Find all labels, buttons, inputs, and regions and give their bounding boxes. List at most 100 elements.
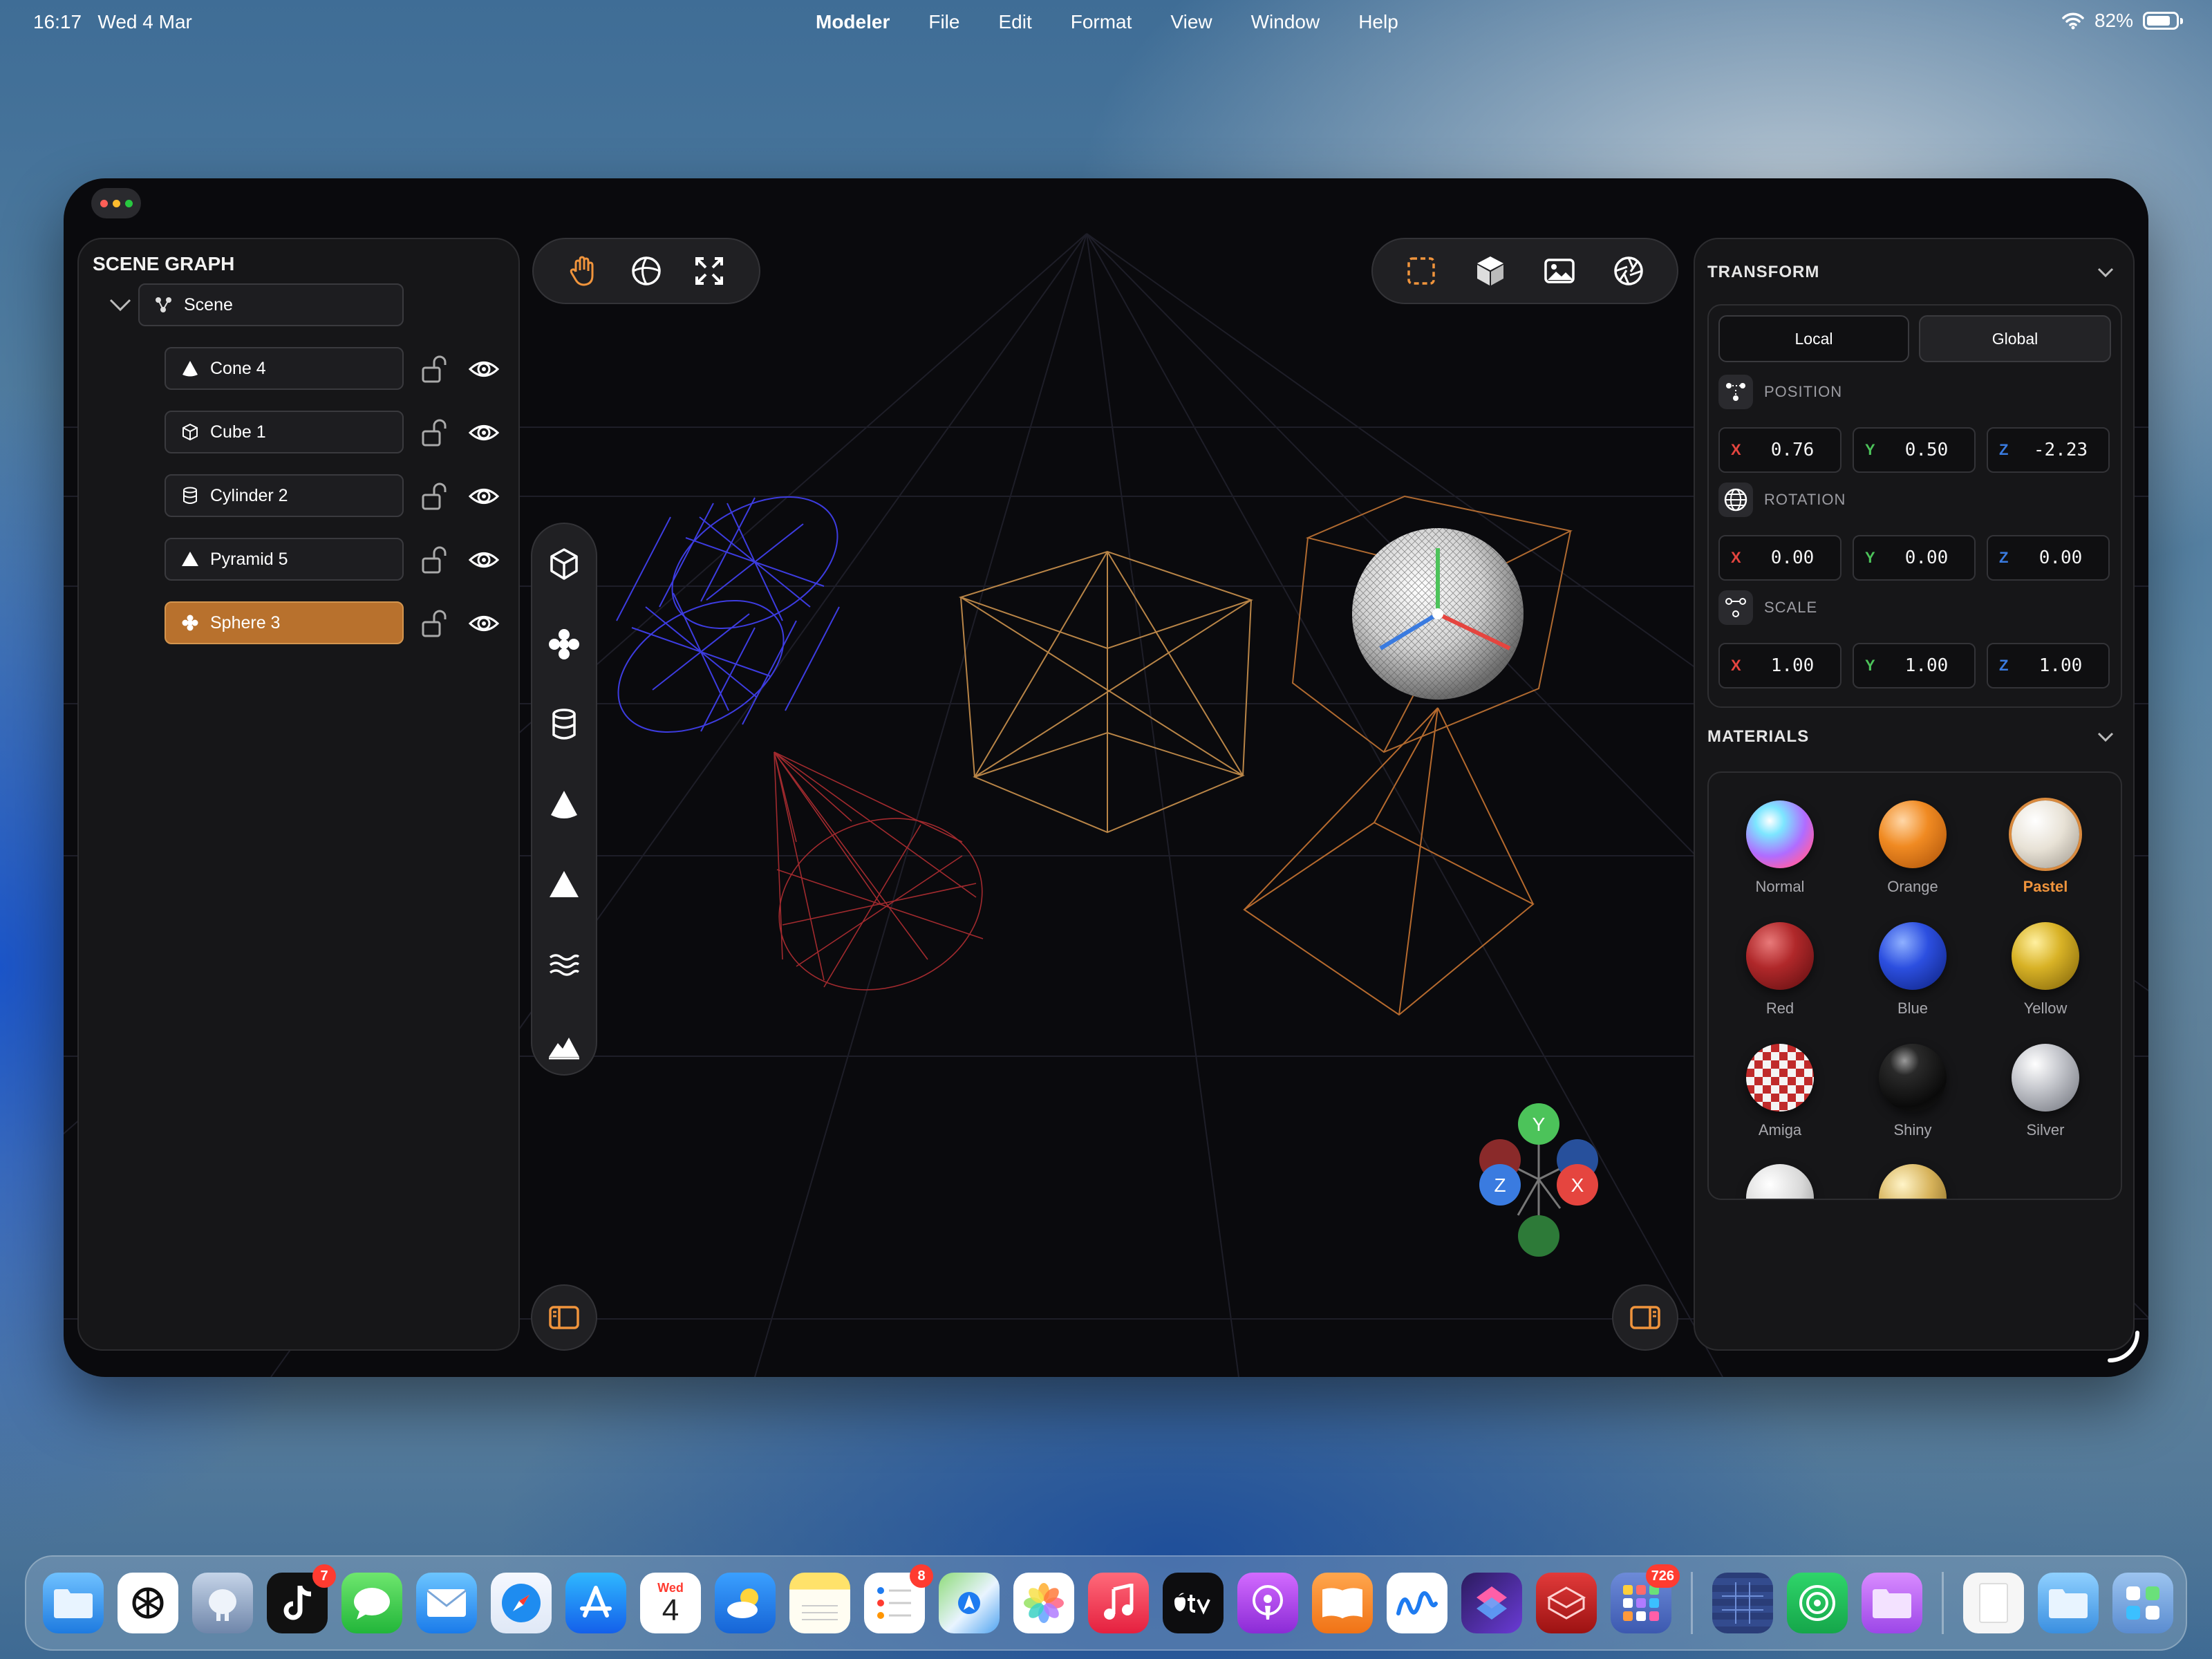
scale-y-field[interactable]: Y 1.00 (1853, 643, 1976, 688)
app-switcher-icon[interactable] (2112, 1573, 2173, 1633)
orbit-tool-button[interactable] (621, 246, 671, 296)
menu-edit[interactable]: Edit (998, 11, 1031, 33)
zoom-dot[interactable] (124, 199, 133, 207)
orientation-gizmo[interactable]: Y X Z (1479, 1103, 1598, 1257)
tableplus-app-icon[interactable] (192, 1573, 253, 1633)
window-controls[interactable] (91, 188, 141, 218)
recent-document-icon[interactable] (1963, 1573, 2024, 1633)
zoom-fit-button[interactable] (684, 246, 734, 296)
lock-toggle-pyramid-5[interactable] (418, 542, 453, 578)
wireframe-mode-button[interactable] (1396, 246, 1446, 296)
solid-mode-button[interactable] (1465, 246, 1515, 296)
purple-folder-app-icon[interactable] (1862, 1573, 1922, 1633)
cone-object[interactable] (755, 751, 1006, 1018)
scale-x-field[interactable]: X 1.00 (1718, 643, 1841, 688)
messages-app-icon[interactable] (341, 1573, 402, 1633)
add-sphere-button[interactable] (538, 618, 590, 671)
scale-z-field[interactable]: Z 1.00 (1987, 643, 2110, 688)
material-pastel[interactable]: Pastel (1980, 800, 2111, 896)
toggle-left-sidebar-button[interactable] (531, 1284, 597, 1351)
app-library-folder-icon[interactable]: 726 (1611, 1564, 1680, 1633)
visibility-toggle-cube-1[interactable] (466, 415, 502, 451)
global-mode-button[interactable]: Global (1919, 315, 2111, 362)
material-blue[interactable]: Blue (1847, 922, 1978, 1018)
maps-app-icon[interactable] (939, 1573, 1000, 1633)
calendar-app-icon[interactable]: Wed 4 (640, 1573, 701, 1633)
lock-toggle-cylinder-2[interactable] (418, 478, 453, 514)
material-partial[interactable] (1714, 1164, 1846, 1199)
music-app-icon[interactable] (1088, 1573, 1149, 1633)
notes-app-icon[interactable] (789, 1573, 850, 1633)
material-normal[interactable]: Normal (1714, 800, 1846, 896)
scene-root-item[interactable]: Scene (138, 283, 404, 326)
rotation-z-field[interactable]: Z 0.00 (1987, 535, 2110, 581)
toggle-right-sidebar-button[interactable] (1612, 1284, 1678, 1351)
photos-app-icon[interactable] (1013, 1573, 1074, 1633)
add-cylinder-button[interactable] (538, 698, 590, 751)
render-mode-button[interactable] (1604, 246, 1653, 296)
add-pyramid-button[interactable] (538, 859, 590, 911)
add-cone-button[interactable] (538, 778, 590, 831)
material-red[interactable]: Red (1714, 922, 1846, 1018)
lock-toggle-cone-4[interactable] (418, 351, 453, 387)
tiktok-app-icon[interactable]: 7 (267, 1564, 336, 1633)
weather-app-icon[interactable] (715, 1573, 776, 1633)
downloads-folder-icon[interactable] (2038, 1573, 2099, 1633)
rotation-x-field[interactable]: X 0.00 (1718, 535, 1841, 581)
battery-icon[interactable] (2143, 12, 2183, 30)
rotation-y-field[interactable]: Y 0.00 (1853, 535, 1976, 581)
add-terrain-button[interactable] (538, 1019, 590, 1071)
menu-app-name[interactable]: Modeler (816, 11, 890, 33)
scene-item-pyramid-5[interactable]: Pyramid 5 (165, 538, 404, 581)
scene-item-cylinder-2[interactable]: Cylinder 2 (165, 474, 404, 517)
menu-help[interactable]: Help (1358, 11, 1398, 33)
position-y-field[interactable]: Y 0.50 (1853, 427, 1976, 473)
material-amiga[interactable]: Amiga (1714, 1044, 1846, 1139)
books-app-icon[interactable] (1312, 1573, 1373, 1633)
close-dot[interactable] (100, 199, 108, 207)
cylinder-object[interactable] (595, 470, 860, 760)
visibility-toggle-sphere-3[interactable] (466, 606, 502, 641)
minimize-dot[interactable] (112, 199, 120, 207)
wifi-icon[interactable] (2061, 12, 2085, 30)
clock[interactable]: 16:17 Wed 4 Mar (33, 11, 192, 33)
position-z-field[interactable]: Z -2.23 (1987, 427, 2110, 473)
scene-item-cone-4[interactable]: Cone 4 (165, 347, 404, 390)
app-store-icon[interactable] (565, 1573, 626, 1633)
material-orange[interactable]: Orange (1847, 800, 1978, 896)
blueprint-app-icon[interactable] (1712, 1573, 1773, 1633)
pan-tool-button[interactable] (559, 246, 608, 296)
menu-file[interactable]: File (928, 11, 959, 33)
lock-toggle-cube-1[interactable] (418, 415, 453, 451)
visibility-toggle-cylinder-2[interactable] (466, 478, 502, 514)
chevron-down-icon[interactable] (2093, 260, 2118, 285)
material-partial[interactable] (1847, 1164, 1978, 1199)
material-silver[interactable]: Silver (1980, 1044, 2111, 1139)
chevron-down-icon[interactable] (106, 292, 134, 319)
pyramid-object[interactable] (1243, 707, 1535, 1016)
add-water-plane-button[interactable] (538, 939, 590, 991)
visibility-toggle-pyramid-5[interactable] (466, 542, 502, 578)
cube-object[interactable] (958, 550, 1254, 834)
material-yellow[interactable]: Yellow (1980, 922, 2111, 1018)
podcasts-app-icon[interactable] (1237, 1573, 1298, 1633)
local-mode-button[interactable]: Local (1718, 315, 1909, 362)
visibility-toggle-cone-4[interactable] (466, 351, 502, 387)
files-app-icon[interactable] (43, 1573, 104, 1633)
reminders-app-icon[interactable]: 8 (864, 1564, 933, 1633)
find-my-app-icon[interactable] (1787, 1573, 1848, 1633)
menu-format[interactable]: Format (1071, 11, 1132, 33)
safari-app-icon[interactable] (491, 1573, 552, 1633)
material-shiny[interactable]: Shiny (1847, 1044, 1978, 1139)
mail-app-icon[interactable] (416, 1573, 477, 1633)
apple-tv-app-icon[interactable] (1163, 1573, 1224, 1633)
menu-window[interactable]: Window (1251, 11, 1320, 33)
red-cube-app-icon[interactable] (1536, 1573, 1597, 1633)
chevron-down-icon[interactable] (2093, 724, 2118, 749)
scene-item-sphere-3[interactable]: Sphere 3 (165, 601, 404, 644)
lock-toggle-sphere-3[interactable] (418, 606, 453, 641)
texture-mode-button[interactable] (1535, 246, 1584, 296)
chatgpt-app-icon[interactable] (118, 1573, 178, 1633)
scene-item-cube-1[interactable]: Cube 1 (165, 411, 404, 453)
position-x-field[interactable]: X 0.76 (1718, 427, 1841, 473)
